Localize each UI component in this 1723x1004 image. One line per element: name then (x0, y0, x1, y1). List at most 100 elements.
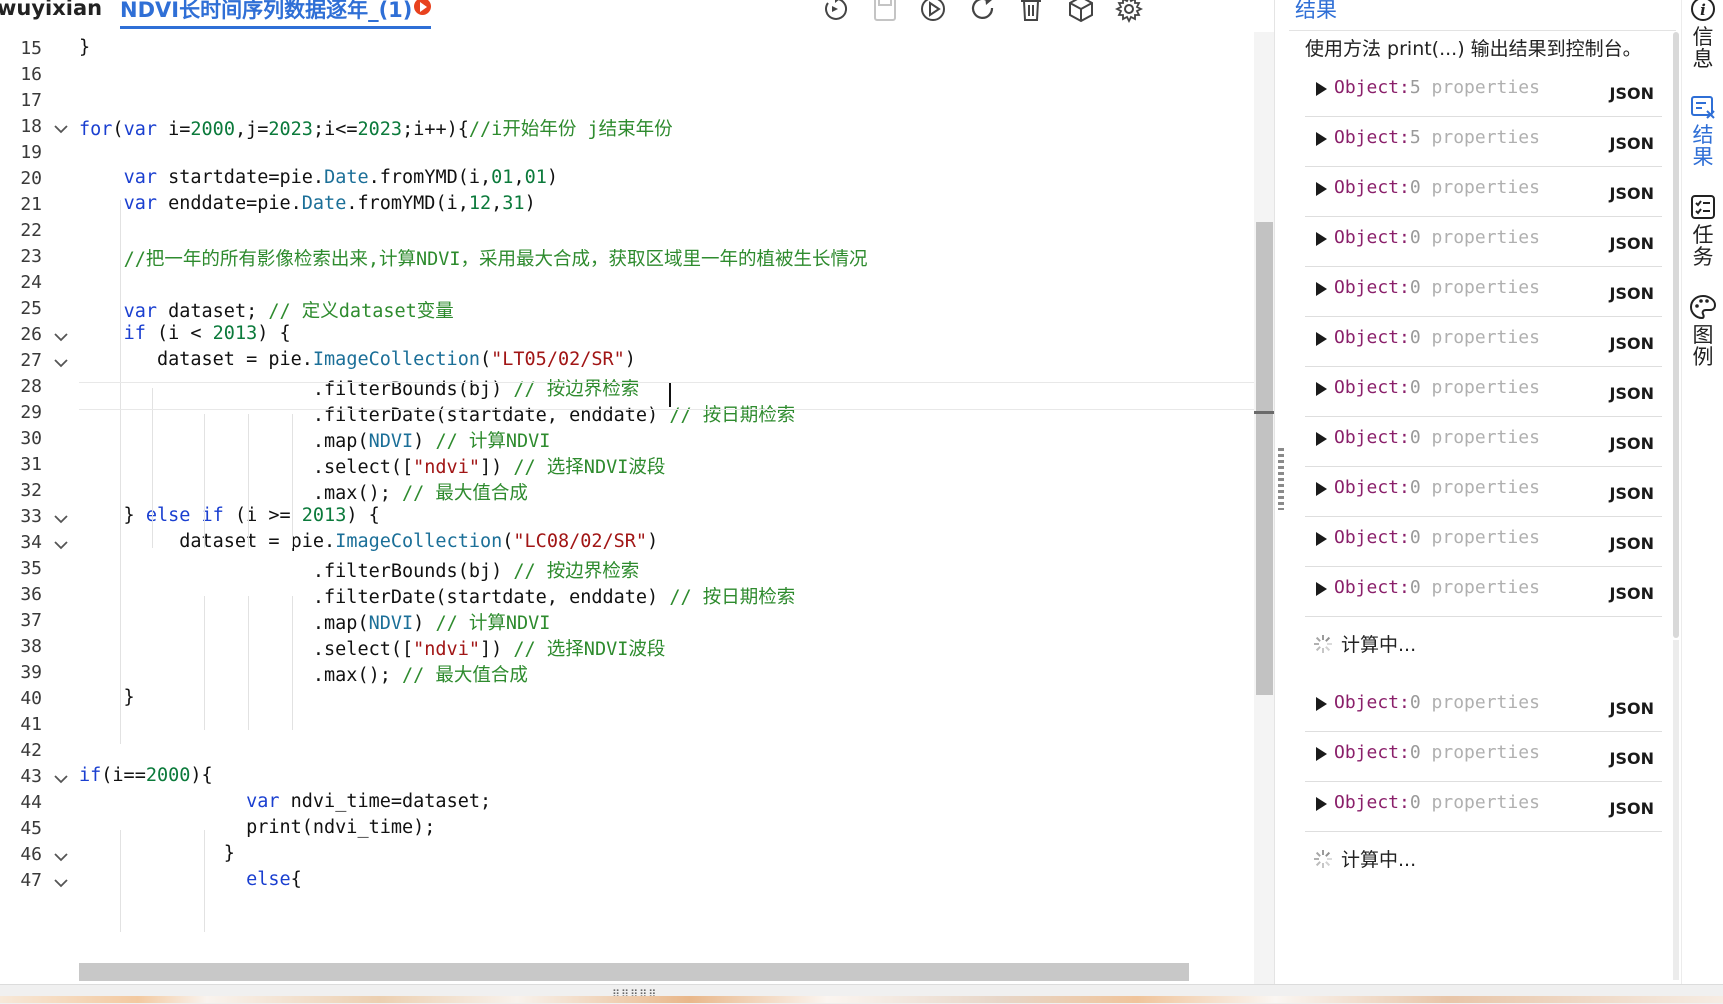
object-label[interactable]: Object:5 properties (1334, 77, 1540, 98)
result-object-row[interactable]: Object:0 properties JSON (1305, 562, 1662, 617)
json-button[interactable]: JSON (1610, 284, 1654, 303)
reset-icon[interactable] (820, 0, 850, 24)
code-line[interactable]: var dataset; // 定义dataset变量 (79, 297, 454, 323)
expand-triangle-icon[interactable] (1316, 232, 1327, 246)
code-line[interactable]: .map(NDVI) // 计算NDVI (79, 609, 551, 635)
editor-scrollbar-thumb[interactable] (1256, 222, 1273, 695)
code-line[interactable]: dataset = pie.ImageCollection("LC08/02/S… (79, 531, 658, 552)
json-button[interactable]: JSON (1610, 184, 1654, 203)
fold-chevron-icon[interactable] (54, 772, 68, 786)
object-label[interactable]: Object:0 properties (1334, 277, 1540, 298)
code-line[interactable]: var ndvi_time=dataset; (79, 791, 491, 812)
refresh-icon[interactable] (968, 0, 998, 24)
code-line[interactable]: var startdate=pie.Date.fromYMD(i,01,01) (79, 167, 558, 188)
result-object-row[interactable]: Object:5 properties JSON (1305, 62, 1662, 117)
rail-item-legend[interactable]: 图例 (1682, 292, 1723, 368)
json-button[interactable]: JSON (1610, 799, 1654, 818)
code-line[interactable]: .select(["ndvi"]) // 选择NDVI波段 (79, 635, 665, 661)
json-button[interactable]: JSON (1610, 134, 1654, 153)
code-line[interactable]: } (79, 37, 90, 58)
code-editor[interactable]: 15 16 17 18 19 20 21 22 23 24 25 26 27 28 29 30 31 32 33 34… (0, 32, 1254, 984)
fold-chevron-icon[interactable] (54, 330, 68, 344)
splitter-grip-icon[interactable] (1278, 448, 1284, 510)
expand-triangle-icon[interactable] (1316, 432, 1327, 446)
object-label[interactable]: Object:0 properties (1334, 527, 1540, 548)
code-line[interactable]: print(ndvi_time); (79, 817, 435, 838)
settings-icon[interactable] (1114, 0, 1144, 24)
result-object-row[interactable]: Object:0 properties JSON (1305, 212, 1662, 267)
fold-chevron-icon[interactable] (54, 876, 68, 890)
code-line[interactable]: .filterBounds(bj) // 按边界检索 (79, 557, 639, 583)
editor-horizontal-scrollbar[interactable] (79, 963, 1189, 981)
result-object-row[interactable]: Object:0 properties JSON (1305, 412, 1662, 467)
expand-triangle-icon[interactable] (1316, 532, 1327, 546)
expand-triangle-icon[interactable] (1316, 132, 1327, 146)
expand-triangle-icon[interactable] (1316, 582, 1327, 596)
expand-triangle-icon[interactable] (1316, 82, 1327, 96)
object-label[interactable]: Object:0 properties (1334, 577, 1540, 598)
object-label[interactable]: Object:0 properties (1334, 327, 1540, 348)
object-label[interactable]: Object:0 properties (1334, 792, 1540, 813)
json-button[interactable]: JSON (1610, 84, 1654, 103)
close-tab-icon[interactable] (414, 0, 432, 15)
result-object-row[interactable]: Object:0 properties JSON (1305, 777, 1662, 832)
results-title[interactable]: 结果 (1295, 0, 1337, 24)
code-line[interactable]: //把一年的所有影像检索出来,计算NDVI，采用最大合成，获取区域里一年的植被生… (79, 245, 868, 271)
package-icon[interactable] (1066, 0, 1096, 24)
expand-triangle-icon[interactable] (1316, 182, 1327, 196)
object-label[interactable]: Object:0 properties (1334, 427, 1540, 448)
code-line[interactable]: var enddate=pie.Date.fromYMD(i,12,31) (79, 193, 536, 214)
json-button[interactable]: JSON (1610, 584, 1654, 603)
expand-triangle-icon[interactable] (1316, 482, 1327, 496)
object-label[interactable]: Object:5 properties (1334, 127, 1540, 148)
json-button[interactable]: JSON (1610, 234, 1654, 253)
code-line[interactable]: dataset = pie.ImageCollection("LT05/02/S… (79, 349, 636, 370)
json-button[interactable]: JSON (1610, 484, 1654, 503)
code-line[interactable]: if(i==2000){ (79, 765, 213, 786)
code-line[interactable]: } (79, 843, 235, 864)
code-line[interactable]: .filterDate(startdate, enddate) // 按日期检索 (79, 583, 795, 609)
object-label[interactable]: Object:0 properties (1334, 177, 1540, 198)
file-tab[interactable]: NDVI长时间序列数据逐年_(1) (120, 0, 432, 30)
code-line[interactable]: .map(NDVI) // 计算NDVI (79, 427, 551, 453)
json-button[interactable]: JSON (1610, 334, 1654, 353)
code-line[interactable]: .max(); // 最大值合成 (79, 479, 528, 505)
expand-triangle-icon[interactable] (1316, 697, 1327, 711)
result-object-row[interactable]: Object:5 properties JSON (1305, 112, 1662, 167)
code-line[interactable]: else{ (79, 869, 302, 890)
code-line[interactable]: } else if (i >= 2013) { (79, 505, 380, 526)
results-scrollbar-thumb[interactable] (1673, 32, 1679, 638)
fold-chevron-icon[interactable] (54, 356, 68, 370)
result-object-row[interactable]: Object:0 properties JSON (1305, 312, 1662, 367)
result-object-row[interactable]: Object:0 properties JSON (1305, 362, 1662, 417)
expand-triangle-icon[interactable] (1316, 797, 1327, 811)
expand-triangle-icon[interactable] (1316, 282, 1327, 296)
result-object-row[interactable]: Object:0 properties JSON (1305, 512, 1662, 567)
result-object-row[interactable]: Object:0 properties JSON (1305, 162, 1662, 217)
object-label[interactable]: Object:0 properties (1334, 742, 1540, 763)
rail-item-info[interactable]: i 信息 (1682, 0, 1723, 70)
result-object-row[interactable]: Object:0 properties JSON (1305, 262, 1662, 317)
json-button[interactable]: JSON (1610, 434, 1654, 453)
fold-chevron-icon[interactable] (54, 538, 68, 552)
fold-chevron-icon[interactable] (54, 850, 68, 864)
object-label[interactable]: Object:0 properties (1334, 692, 1540, 713)
code-line[interactable]: for(var i=2000,j=2023;i<=2023;i++){//i开始… (79, 115, 673, 141)
object-label[interactable]: Object:0 properties (1334, 377, 1540, 398)
object-label[interactable]: Object:0 properties (1334, 227, 1540, 248)
expand-triangle-icon[interactable] (1316, 382, 1327, 396)
result-object-row[interactable]: Object:0 properties JSON (1305, 677, 1662, 732)
run-icon[interactable] (918, 0, 948, 24)
fold-chevron-icon[interactable] (54, 512, 68, 526)
save-icon[interactable] (870, 0, 900, 24)
results-scrollbar-track[interactable] (1673, 640, 1679, 980)
rail-item-tasks[interactable]: 任务 (1682, 192, 1723, 268)
expand-triangle-icon[interactable] (1316, 332, 1327, 346)
json-button[interactable]: JSON (1610, 384, 1654, 403)
code-line[interactable]: .max(); // 最大值合成 (79, 661, 528, 687)
code-line[interactable]: } (79, 687, 135, 708)
result-object-row[interactable]: Object:0 properties JSON (1305, 462, 1662, 517)
delete-icon[interactable] (1016, 0, 1046, 24)
expand-triangle-icon[interactable] (1316, 747, 1327, 761)
file-tab-title[interactable]: NDVI长时间序列数据逐年_(1) (120, 0, 412, 22)
